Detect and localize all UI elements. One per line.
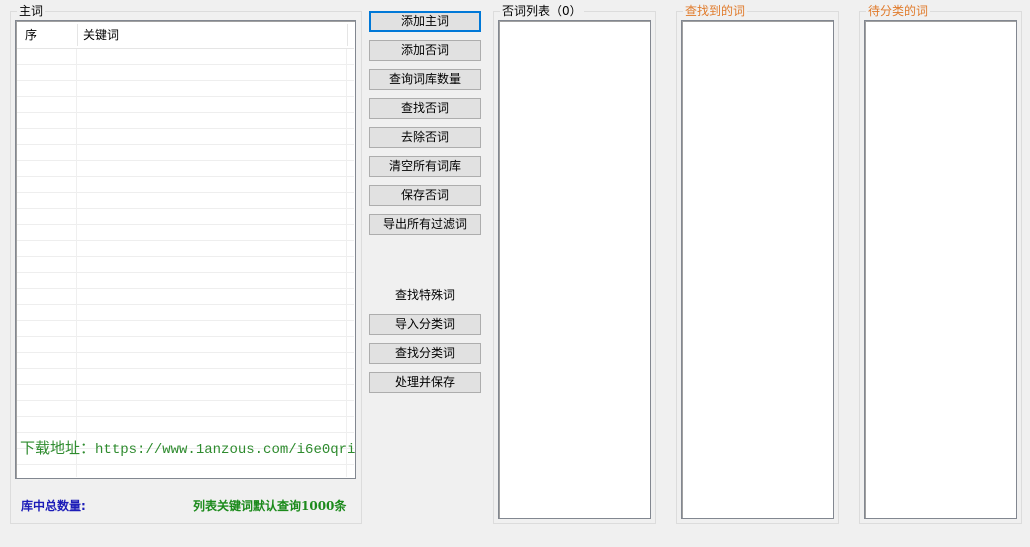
empty-grid-row [17, 401, 354, 417]
listview-header: 序 关键词 [17, 22, 354, 49]
empty-grid-row [17, 273, 354, 289]
add-main-word-button[interactable]: 添加主词 [369, 11, 481, 32]
empty-grid-row [17, 289, 354, 305]
found-words-title: 查找到的词 [683, 4, 748, 18]
listview-body [17, 49, 354, 477]
import-category-words-button[interactable]: 导入分类词 [369, 314, 481, 335]
download-address: 下载地址：https://www.1anzous.com/i6e0qri [20, 437, 355, 458]
find-category-words-button[interactable]: 查找分类词 [369, 343, 481, 364]
download-url: https://www.1anzous.com/i6e0qri [95, 442, 356, 458]
column-header-index[interactable]: 序 [19, 22, 77, 48]
empty-grid-row [17, 209, 354, 225]
found-words-box[interactable] [681, 20, 834, 519]
find-special-words-label: 查找特殊词 [394, 288, 455, 302]
process-and-save-button[interactable]: 处理并保存 [369, 372, 481, 393]
remove-negative-word-button[interactable]: 去除否词 [369, 127, 481, 148]
empty-grid-row [17, 337, 354, 353]
query-limit-hint: 列表关键词默认查询1000条 [193, 499, 347, 513]
empty-grid-row [17, 177, 354, 193]
grid-line [76, 49, 77, 477]
empty-grid-row [17, 193, 354, 209]
column-header-keyword[interactable]: 关键词 [77, 22, 347, 48]
empty-grid-row [17, 257, 354, 273]
empty-grid-row [17, 97, 354, 113]
pending-words-title: 待分类的词 [866, 4, 931, 18]
empty-grid-row [17, 145, 354, 161]
empty-grid-row [17, 241, 354, 257]
empty-grid-row [17, 81, 354, 97]
empty-grid-row [17, 161, 354, 177]
find-negative-word-button[interactable]: 查找否词 [369, 98, 481, 119]
empty-grid-row [17, 49, 354, 65]
pending-words-box[interactable] [864, 20, 1017, 519]
empty-grid-row [17, 417, 354, 433]
grid-line [346, 49, 347, 477]
empty-grid-row [17, 321, 354, 337]
export-filter-words-button[interactable]: 导出所有过滤词 [369, 214, 481, 235]
column-divider[interactable] [347, 24, 348, 46]
empty-grid-row [17, 369, 354, 385]
empty-grid-row [17, 225, 354, 241]
empty-grid-row [17, 113, 354, 129]
main-words-listview[interactable]: 序 关键词 下载地址：https://www.1anzous.com/i6e0q… [15, 20, 356, 479]
negative-list-box[interactable] [498, 20, 651, 519]
clear-all-libraries-button[interactable]: 清空所有词库 [369, 156, 481, 177]
empty-grid-row [17, 305, 354, 321]
main-words-title: 主词 [17, 4, 46, 18]
download-label: 下载地址： [20, 439, 96, 457]
empty-grid-row [17, 129, 354, 145]
empty-grid-row [17, 353, 354, 369]
add-negative-word-button[interactable]: 添加否词 [369, 40, 481, 61]
empty-grid-row [17, 65, 354, 81]
query-library-count-button[interactable]: 查询词库数量 [369, 69, 481, 90]
save-negative-word-button[interactable]: 保存否词 [369, 185, 481, 206]
empty-grid-row [17, 385, 354, 401]
total-count-label: 库中总数量: [21, 499, 86, 513]
negative-list-title: 否词列表（0） [500, 4, 584, 18]
